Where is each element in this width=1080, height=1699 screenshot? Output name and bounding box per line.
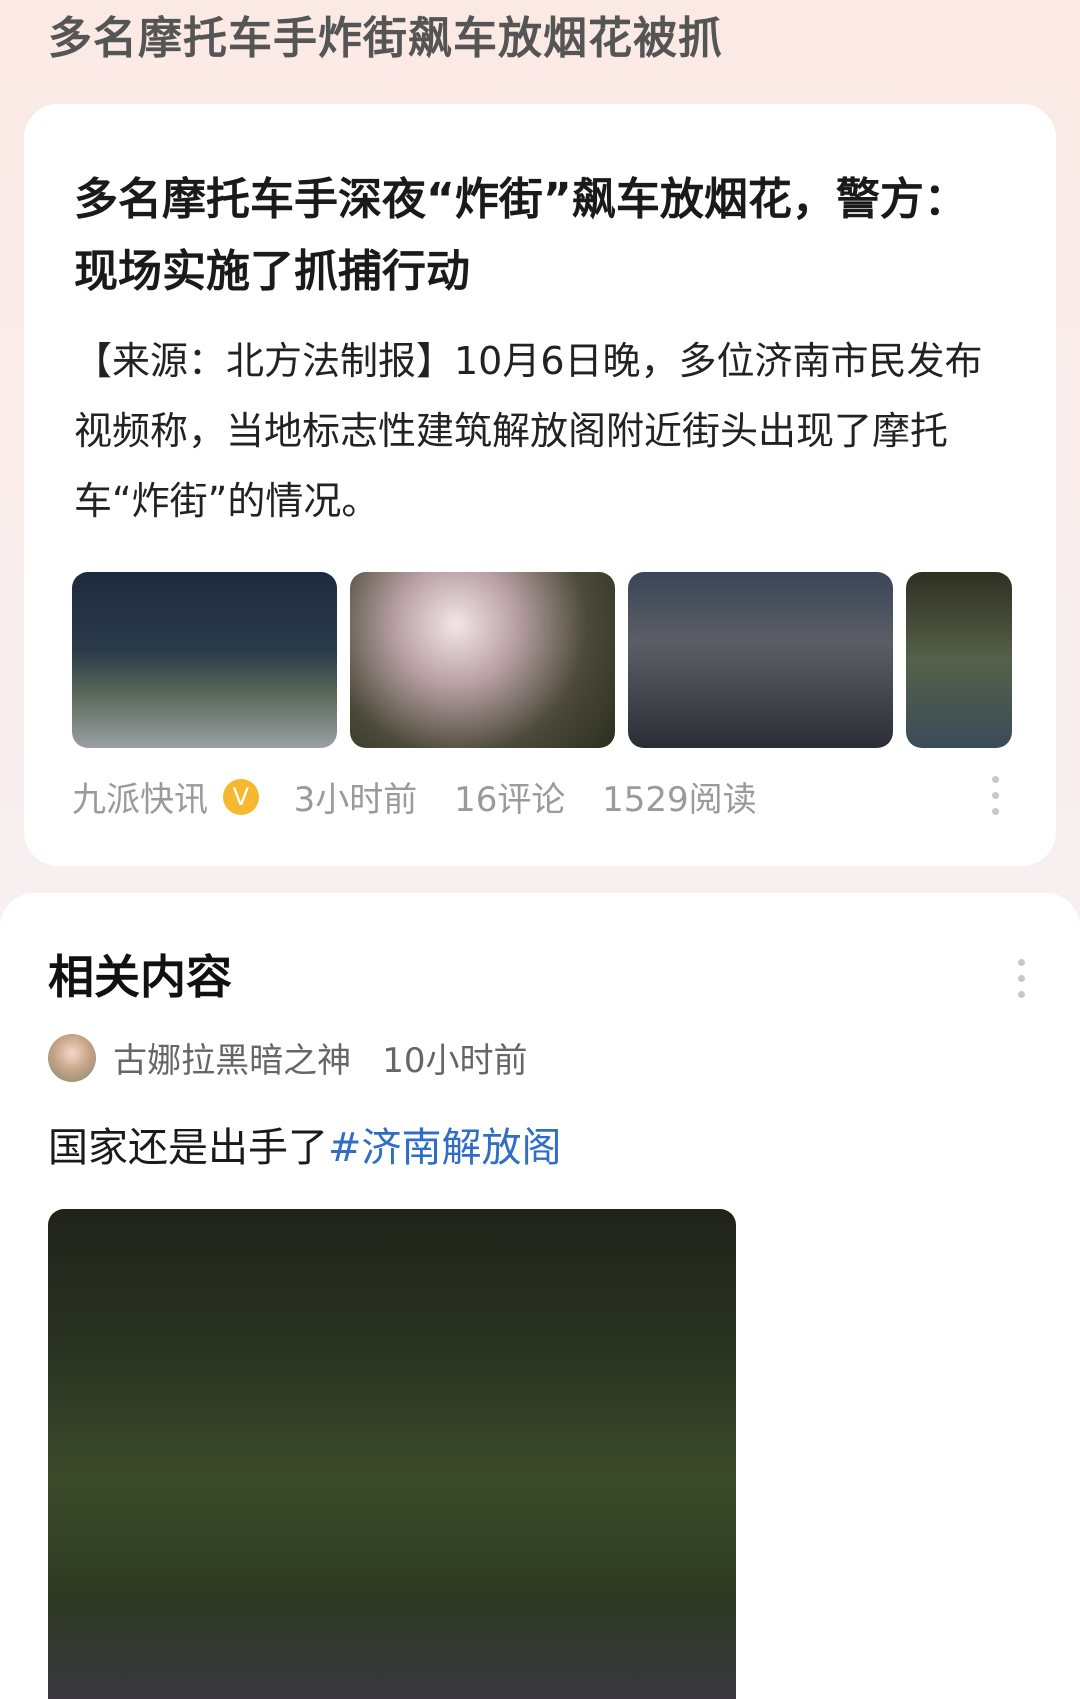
related-section-title: 相关内容 [48,950,232,1004]
comment-count: 16评论 [454,780,566,820]
article-image-3[interactable] [628,572,893,748]
article-image-2[interactable] [350,572,615,748]
read-count: 1529阅读 [602,780,757,820]
related-content-section: 相关内容 古娜拉黑暗之神 10小时前 国家还是出手了#济南解放阁 [0,893,1080,1699]
source-name[interactable]: 九派快讯 [72,780,208,820]
author-row[interactable]: 古娜拉黑暗之神 10小时前 [48,1033,527,1083]
article-summary[interactable]: 【来源：北方法制报】10月6日晚，多位济南市民发布视频称，当地标志性建筑解放阁附… [74,326,1004,536]
more-vertical-icon[interactable] [992,776,1000,824]
hashtag-link[interactable]: #济南解放阁 [328,1125,562,1171]
article-image-1[interactable] [72,572,337,748]
article-card[interactable]: 多名摩托车手深夜“炸街”飙车放烟花，警方：现场实施了抓捕行动 【来源：北方法制报… [24,104,1056,866]
post-text: 国家还是出手了#济南解放阁 [48,1115,562,1173]
author-name[interactable]: 古娜拉黑暗之神 [113,1041,351,1081]
verified-icon: V [222,778,259,815]
article-title[interactable]: 多名摩托车手深夜“炸街”飙车放烟花，警方：现场实施了抓捕行动 [74,164,974,308]
article-image-strip [72,572,1032,748]
avatar[interactable] [48,1033,96,1082]
article-meta: 九派快讯 V 3小时前 16评论 1529阅读 [72,772,757,820]
article-image-4[interactable] [906,572,1012,748]
post-text-body: 国家还是出手了 [48,1125,328,1171]
post-video-thumbnail[interactable] [48,1209,736,1699]
publish-time: 3小时前 [293,780,418,820]
post-time: 10小时前 [382,1041,528,1081]
page-header-title: 多名摩托车手炸街飙车放烟花被抓 [48,13,723,64]
more-vertical-icon[interactable] [1018,959,1026,1007]
